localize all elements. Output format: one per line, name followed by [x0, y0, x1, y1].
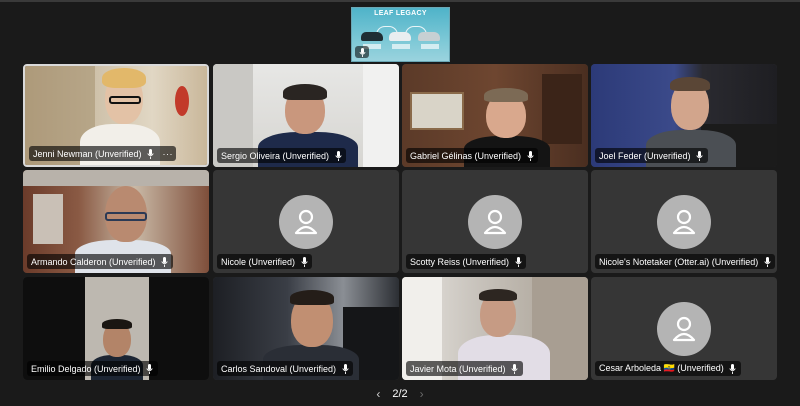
microphone-icon: [728, 363, 738, 374]
participant-tile-jenni-newman[interactable]: Jenni Newman (Unverified) ···: [23, 64, 209, 167]
participant-name-label: Sergio Oliveira (Unverified): [217, 148, 347, 163]
window-top-border: [0, 0, 800, 2]
participant-name-label: Gabriel Gélinas (Unverified): [406, 148, 539, 163]
car-image: [389, 32, 411, 41]
microphone-icon: [146, 148, 156, 159]
participant-name: Cesar Arboleda 🇪🇨 (Unverified): [599, 363, 724, 373]
participant-name: Armando Calderon (Unverified): [31, 256, 156, 267]
participant-name-label: Scotty Reiss (Unverified): [406, 254, 527, 269]
microphone-icon: [340, 363, 350, 374]
participant-tile-gabriel-gelinas[interactable]: Gabriel Gélinas (Unverified): [402, 64, 588, 167]
participant-name: Carlos Sandoval (Unverified): [221, 363, 337, 374]
participant-name: Emilio Delgado (Unverified): [31, 363, 141, 374]
microphone-icon: [510, 363, 520, 374]
car-image: [361, 32, 383, 41]
participant-name: Gabriel Gélinas (Unverified): [410, 150, 522, 161]
microphone-icon: [355, 46, 369, 58]
participant-name: Javier Mota (Unverified): [410, 363, 506, 374]
participant-name-label: Carlos Sandoval (Unverified): [217, 361, 354, 376]
shared-screen-title: LEAF LEGACY: [374, 10, 427, 17]
shared-screen-thumbnail[interactable]: LEAF LEGACY: [351, 7, 450, 62]
participant-name-label: Nicole's Notetaker (Otter.ai) (Unverifie…: [595, 254, 776, 269]
chevron-right-icon[interactable]: ›: [420, 387, 424, 401]
page-indicator: 2/2: [392, 388, 408, 400]
participant-tile-carlos-sandoval[interactable]: Carlos Sandoval (Unverified): [213, 277, 399, 380]
microphone-icon: [145, 363, 155, 374]
participant-name-label: Javier Mota (Unverified): [406, 361, 523, 376]
microphone-icon: [762, 256, 772, 267]
participant-name-label: Armando Calderon (Unverified): [27, 254, 173, 269]
person-avatar-icon: [657, 194, 711, 249]
participant-name: Nicole's Notetaker (Otter.ai) (Unverifie…: [599, 256, 759, 267]
car-image: [418, 32, 440, 41]
participant-tile-javier-mota[interactable]: Javier Mota (Unverified): [402, 277, 588, 380]
participant-name-label: Emilio Delgado (Unverified): [27, 361, 158, 376]
participant-tile-nicoles-notetaker[interactable]: Nicole's Notetaker (Otter.ai) (Unverifie…: [591, 170, 777, 273]
participant-name: Joel Feder (Unverified): [599, 150, 691, 161]
participant-name-label: Nicole (Unverified): [217, 254, 313, 269]
gallery-pager: ‹ 2/2 ›: [0, 386, 800, 402]
participant-tile-joel-feder[interactable]: Joel Feder (Unverified): [591, 64, 777, 167]
chevron-left-icon[interactable]: ‹: [376, 387, 380, 401]
participant-tile-armando-calderon[interactable]: Armando Calderon (Unverified): [23, 170, 209, 273]
person-avatar-icon: [279, 194, 333, 249]
participant-name-label: Jenni Newman (Unverified) ···: [29, 146, 177, 161]
shared-screen-caption: [421, 44, 439, 49]
shared-screen-caption: [392, 44, 410, 49]
participant-name: Nicole (Unverified): [221, 256, 296, 267]
microphone-icon: [695, 150, 705, 161]
participant-tile-cesar-arboleda[interactable]: Cesar Arboleda 🇪🇨 (Unverified): [591, 277, 777, 380]
participant-name-label: Cesar Arboleda 🇪🇨 (Unverified): [595, 361, 741, 376]
person-avatar-icon: [657, 301, 711, 356]
participant-tile-emilio-delgado[interactable]: Emilio Delgado (Unverified): [23, 277, 209, 380]
participant-name: Jenni Newman (Unverified): [33, 148, 142, 159]
microphone-icon: [513, 256, 523, 267]
microphone-icon: [333, 150, 343, 161]
participant-tile-nicole[interactable]: Nicole (Unverified): [213, 170, 399, 273]
more-options-icon[interactable]: ···: [163, 149, 174, 159]
participant-name-label: Joel Feder (Unverified): [595, 148, 708, 163]
participant-name: Scotty Reiss (Unverified): [410, 256, 510, 267]
microphone-icon: [160, 256, 170, 267]
participant-tile-scotty-reiss[interactable]: Scotty Reiss (Unverified): [402, 170, 588, 273]
participant-name: Sergio Oliveira (Unverified): [221, 150, 330, 161]
person-avatar-icon: [468, 194, 522, 249]
microphone-icon: [525, 150, 535, 161]
participant-tile-sergio-oliveira[interactable]: Sergio Oliveira (Unverified): [213, 64, 399, 167]
microphone-icon: [299, 256, 309, 267]
